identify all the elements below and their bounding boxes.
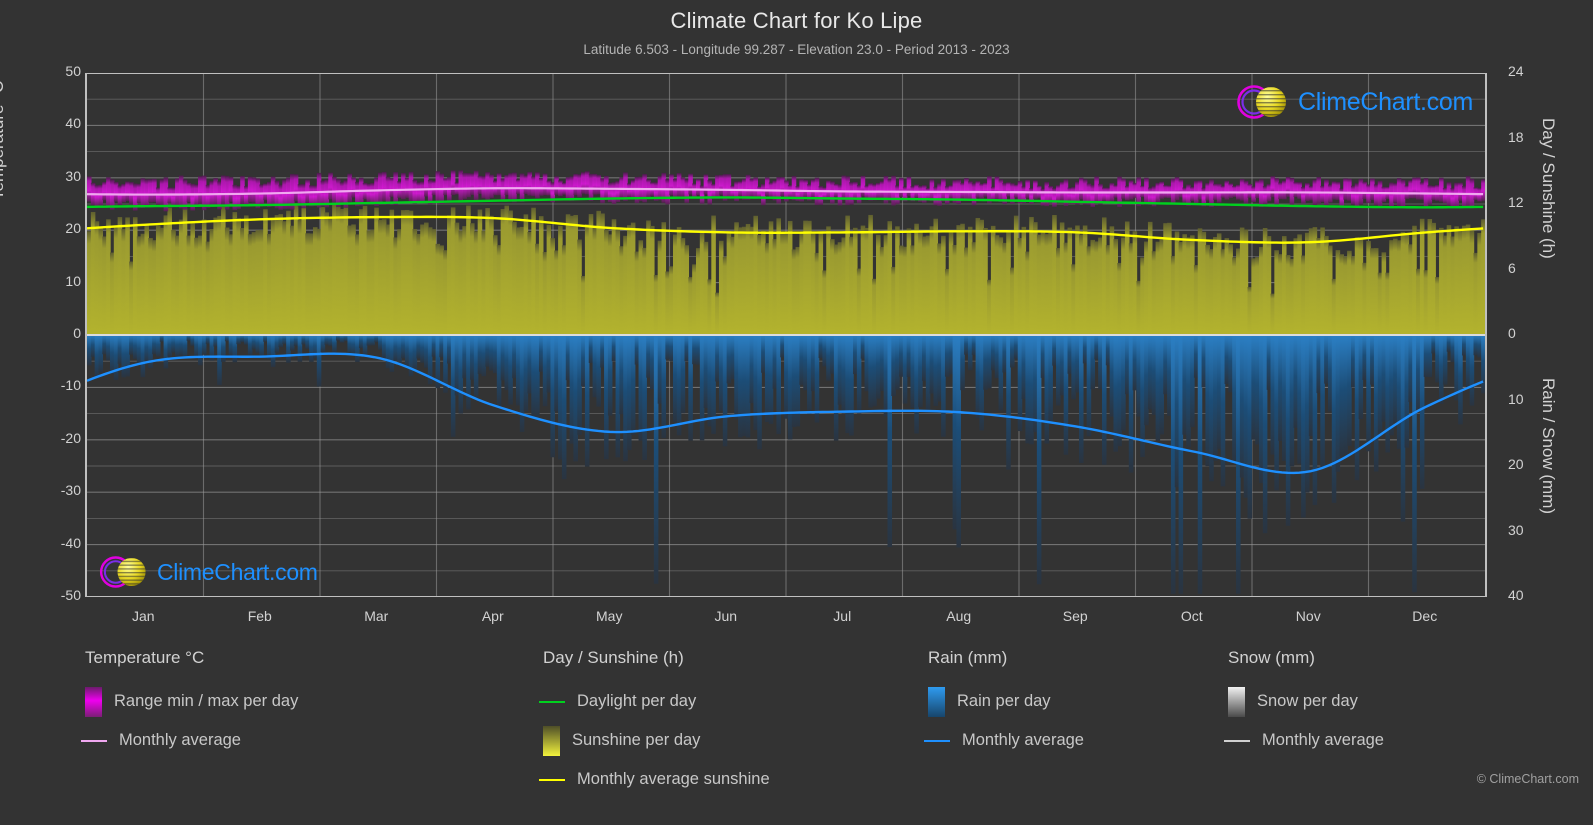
legend-label: Monthly average [119,731,241,749]
y-tick-left: 10 [65,272,81,289]
x-tick-mar: Mar [364,608,389,624]
legend-line-icon [924,739,950,742]
legend-item-temperature-1[interactable]: Monthly average [81,721,298,760]
x-tick-dec: Dec [1412,608,1438,624]
legend-label: Monthly average sunshine [577,770,770,788]
legend-line-icon [539,778,565,781]
chart-subtitle: Latitude 6.503 - Longitude 99.287 - Elev… [583,42,1010,57]
x-tick-feb: Feb [247,608,272,624]
y-tick-right-bottom: 40 [1508,587,1524,603]
legend-line-icon [539,700,565,703]
x-tick-jul: Jul [833,608,852,624]
legend-swatch-icon [928,686,945,717]
legend-label: Sunshine per day [572,731,701,749]
x-tick-aug: Aug [946,608,972,624]
legend-heading-snow: Snow (mm) [1228,648,1315,667]
legend-heading-daysun: Day / Sunshine (h) [543,648,684,667]
legend-heading-rain: Rain (mm) [928,648,1008,667]
legend-group-temperature: Temperature °C Range min / max per day Mon… [81,648,298,760]
y-tick-left: 40 [65,115,81,132]
y-tick-right-top: 18 [1508,128,1524,145]
y-tick-right-top: 24 [1508,63,1524,79]
page-title: Climate Chart for Ko Lipe [670,8,923,33]
climechart-logo-text: ClimeChart.com [157,558,318,585]
legend-line-icon [81,739,107,742]
y-tick-left: -40 [60,534,81,551]
legend-line-icon [1224,739,1250,742]
y-tick-right-bottom: 10 [1508,390,1524,407]
y-tick-right-bottom: 20 [1508,456,1524,472]
y-tick-right-top: 12 [1508,194,1524,210]
y-tick-left: 20 [65,220,81,237]
climate-plot-area [85,73,1487,597]
legend-label: Range min / max per day [114,692,299,710]
legend-label: Monthly average [962,731,1084,749]
legend-group-rain: Rain (mm) Rain per day Monthly average [924,648,1084,760]
legend-label: Daylight per day [577,692,697,710]
legend-label: Monthly average [1262,731,1384,749]
legend-heading-temperature: Temperature °C [85,648,205,667]
legend-swatch-icon [543,725,560,756]
x-tick-jan: Jan [131,608,155,624]
climechart-logo-bottom: ClimeChart.com [96,553,318,591]
y-tick-right-top: 6 [1508,259,1516,276]
legend-swatch-icon [1228,686,1245,717]
climechart-logo-mark [99,556,146,588]
legend-group-snow: Snow (mm) Snow per day Monthly average [1224,648,1384,760]
y-tick-right-bottom: 30 [1508,521,1524,538]
y-tick-left: -20 [60,429,81,446]
legend-swatch-icon [85,686,102,717]
x-tick-may: May [596,608,623,624]
y-axis-left-title: Temperature °C [0,80,7,200]
legend-item-daysun-0[interactable]: Daylight per day [539,682,770,721]
y-tick-left: -10 [60,377,81,394]
y-tick-left: -30 [60,482,81,499]
legend-item-temperature-0[interactable]: Range min / max per day [85,682,298,721]
y-tick-left: -50 [60,587,81,603]
legend-label: Rain per day [957,692,1051,710]
climechart-logo-mark [1237,85,1286,119]
legend-group-daysun: Day / Sunshine (h) Daylight per day Sunshi… [539,648,770,799]
legend-item-snow-1[interactable]: Monthly average [1224,721,1384,760]
legend-item-daysun-2[interactable]: Monthly average sunshine [539,760,770,799]
y-tick-left: 50 [65,63,81,79]
climechart-logo-text: ClimeChart.com [1298,87,1473,116]
legend-label: Snow per day [1257,692,1358,710]
climechart-logo-top: ClimeChart.com [1233,82,1473,122]
y-tick-left: 0 [73,325,81,341]
legend-item-rain-0[interactable]: Rain per day [928,682,1084,721]
plot-canvas [87,73,1485,597]
legend-item-rain-1[interactable]: Monthly average [924,721,1084,760]
y-tick-left: 30 [65,167,81,184]
legend-item-daysun-1[interactable]: Sunshine per day [543,721,770,760]
x-tick-apr: Apr [481,608,504,624]
x-tick-oct: Oct [1180,608,1203,624]
chart-legend: Temperature °C Range min / max per day Mon… [0,648,1593,808]
copyright-text: © ClimeChart.com [1476,772,1579,786]
x-tick-nov: Nov [1295,608,1321,624]
y-tick-right-top: 0 [1508,325,1516,341]
x-tick-sep: Sep [1062,608,1088,624]
legend-item-snow-0[interactable]: Snow per day [1228,682,1384,721]
x-tick-jun: Jun [714,608,738,624]
